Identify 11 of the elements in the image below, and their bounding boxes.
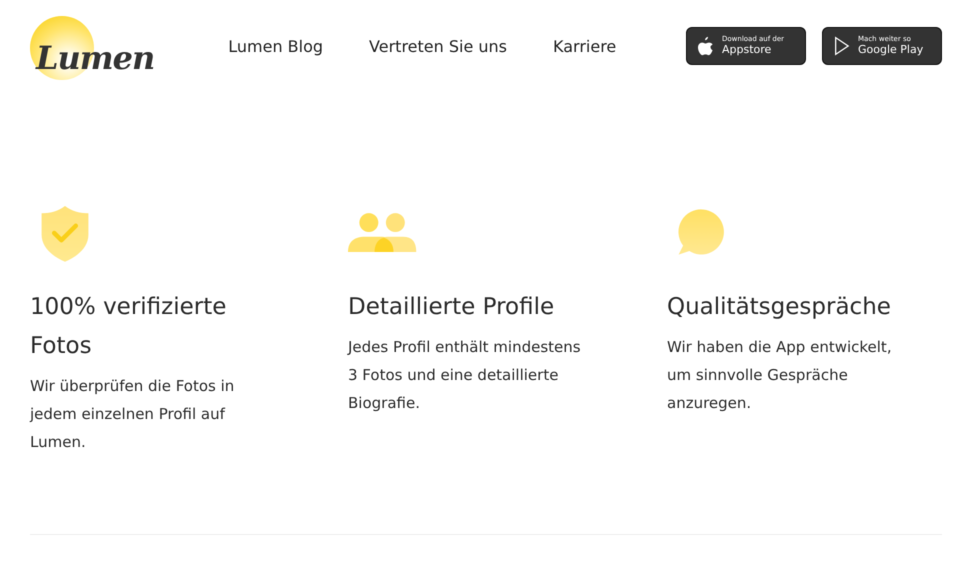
feature-title: Detaillierte Profile (348, 293, 556, 322)
nav-link[interactable]: Vertreten Sie uns (369, 36, 508, 56)
nav-link[interactable]: Karriere (553, 36, 616, 56)
feature-title: 100% verifizierte Fotos (30, 293, 228, 361)
apple-icon (697, 36, 714, 56)
nav-link[interactable]: Lumen Blog (228, 36, 324, 56)
feature-title: Qualitätsgespräche (667, 293, 892, 322)
feature-description: Jedes Profil enthält mindestens 3 Fotos und eine detaillierte Biografie. (348, 337, 582, 414)
play-icon (833, 36, 850, 56)
feature-description: Wir überprüfen die Fotos in jedem einzelnen Profil auf Lumen. (30, 376, 236, 453)
feature-description: Wir haben die App entwickelt, um sinnvolle Gespräche anzuregen. (667, 337, 893, 414)
